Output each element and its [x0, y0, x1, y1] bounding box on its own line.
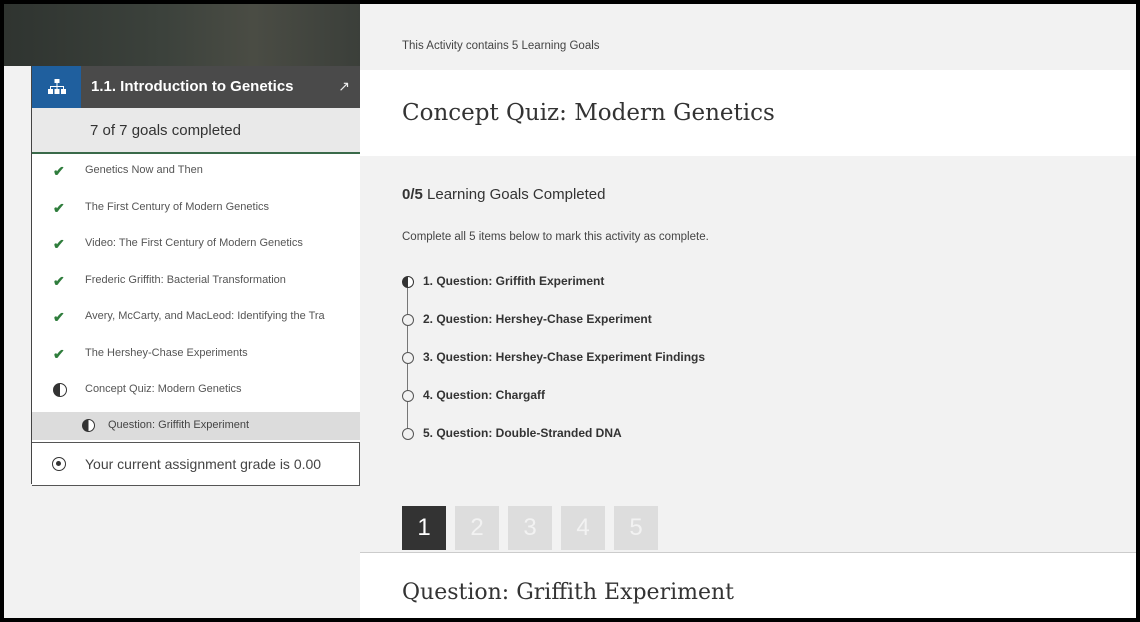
course-title: 1.1. Introduction to Genetics	[91, 78, 294, 95]
goal-item-label: Frederic Griffith: Bacterial Transformat…	[85, 273, 286, 286]
goal-item-label: Genetics Now and Then	[85, 164, 203, 176]
question-item-label: 2. Question: Hershey-Chase Experiment	[423, 312, 652, 326]
checkmark-icon: ✔	[53, 345, 65, 362]
progress-count: 0/5	[402, 186, 423, 203]
page-button-4[interactable]: 4	[561, 506, 605, 550]
empty-circle-icon	[402, 314, 414, 326]
question-item-label: 4. Question: Chargaff	[423, 388, 546, 402]
hierarchy-icon-svg	[47, 79, 66, 94]
goals-summary-text: 7 of 7 goals completed	[90, 122, 241, 139]
progress-label: Learning Goals Completed	[427, 186, 606, 203]
goal-subitem-current[interactable]: Question: Griffith Experiment	[32, 411, 360, 440]
question-list: 1. Question: Griffith Experiment 2. Ques…	[402, 272, 1102, 462]
page-button-2[interactable]: 2	[455, 506, 499, 550]
question-item[interactable]: 2. Question: Hershey-Chase Experiment	[402, 310, 1102, 348]
page-button-5[interactable]: 5	[614, 506, 658, 550]
goal-item[interactable]: ✔ Video: The First Century of Modern Gen…	[32, 229, 360, 266]
activity-title: Concept Quiz: Modern Genetics	[402, 100, 775, 126]
question-item[interactable]: 4. Question: Chargaff	[402, 386, 1102, 424]
page-button-3[interactable]: 3	[508, 506, 552, 550]
goal-item[interactable]: ✔ Frederic Griffith: Bacterial Transform…	[32, 266, 360, 303]
half-circle-icon	[402, 276, 414, 288]
checkmark-icon: ✔	[53, 163, 65, 179]
goal-item[interactable]: ✔ The Hershey-Chase Experiments	[32, 339, 360, 376]
goals-progress: 0/5 Learning Goals Completed	[402, 186, 605, 203]
learning-goals-panel: 0/5 Learning Goals Completed Complete al…	[360, 156, 1136, 552]
goals-summary-bar: 7 of 7 goals completed	[32, 108, 360, 154]
page-button-1[interactable]: 1	[402, 506, 446, 550]
goal-subitem-label: Question: Griffith Experiment	[108, 418, 250, 431]
question-item-label: 1. Question: Griffith Experiment	[423, 274, 605, 288]
target-circle-icon	[52, 457, 66, 471]
goal-item-label: Concept Quiz: Modern Genetics	[85, 383, 242, 395]
divider	[360, 552, 1136, 553]
question-item-label: 3. Question: Hershey-Chase Experiment Fi…	[423, 350, 706, 364]
half-circle-icon	[53, 383, 67, 397]
goal-item-label: Video: The First Century of Modern Genet…	[85, 237, 303, 249]
activity-info-text: This Activity contains 5 Learning Goals	[402, 40, 600, 52]
collapse-arrows-icon[interactable]: ↗	[338, 78, 350, 95]
course-outline: 1.1. Introduction to Genetics ↗ 7 of 7 g…	[31, 66, 360, 486]
main-content: This Activity contains 5 Learning Goals …	[360, 4, 1136, 618]
question-pager: 1 2 3 4 5	[402, 506, 658, 550]
hierarchy-icon	[32, 66, 81, 108]
goal-item[interactable]: ✔ The First Century of Modern Genetics	[32, 193, 360, 230]
left-panel: 1.1. Introduction to Genetics ↗ 7 of 7 g…	[4, 4, 360, 618]
app-frame: 1.1. Introduction to Genetics ↗ 7 of 7 g…	[4, 4, 1136, 618]
goal-item[interactable]: ✔ Genetics Now and Then	[32, 156, 360, 193]
question-item[interactable]: 5. Question: Double-Stranded DNA	[402, 424, 1102, 462]
activity-info-bar: This Activity contains 5 Learning Goals	[360, 4, 1136, 70]
question-item[interactable]: 3. Question: Hershey-Chase Experiment Fi…	[402, 348, 1102, 386]
question-title: Question: Griffith Experiment	[402, 580, 735, 605]
question-item-label: 5. Question: Double-Stranded DNA	[423, 426, 622, 440]
empty-circle-icon	[402, 352, 414, 364]
checkmark-icon: ✔	[53, 199, 65, 216]
checkmark-icon: ✔	[53, 236, 65, 252]
instruction-text: Complete all 5 items below to mark this …	[402, 231, 709, 243]
half-circle-icon	[82, 418, 95, 432]
goal-list: ✔ Genetics Now and Then ✔ The First Cent…	[32, 156, 360, 440]
grade-text: Your current assignment grade is 0.00	[85, 456, 322, 472]
goal-item-current[interactable]: Concept Quiz: Modern Genetics	[32, 375, 360, 412]
goal-item-label: The Hershey-Chase Experiments	[85, 346, 248, 359]
goal-item[interactable]: ✔ Avery, McCarty, and MacLeod: Identifyi…	[32, 302, 360, 339]
course-banner-image	[4, 4, 360, 66]
goal-item-label: The First Century of Modern Genetics	[85, 200, 270, 213]
question-item[interactable]: 1. Question: Griffith Experiment	[402, 272, 1102, 310]
empty-circle-icon	[402, 390, 414, 402]
checkmark-icon: ✔	[53, 309, 65, 325]
checkmark-icon: ✔	[53, 272, 65, 289]
assignment-grade: Your current assignment grade is 0.00	[32, 442, 360, 486]
empty-circle-icon	[402, 428, 414, 440]
course-header[interactable]: 1.1. Introduction to Genetics ↗	[32, 66, 360, 108]
goal-item-label: Avery, McCarty, and MacLeod: Identifying…	[85, 310, 325, 322]
